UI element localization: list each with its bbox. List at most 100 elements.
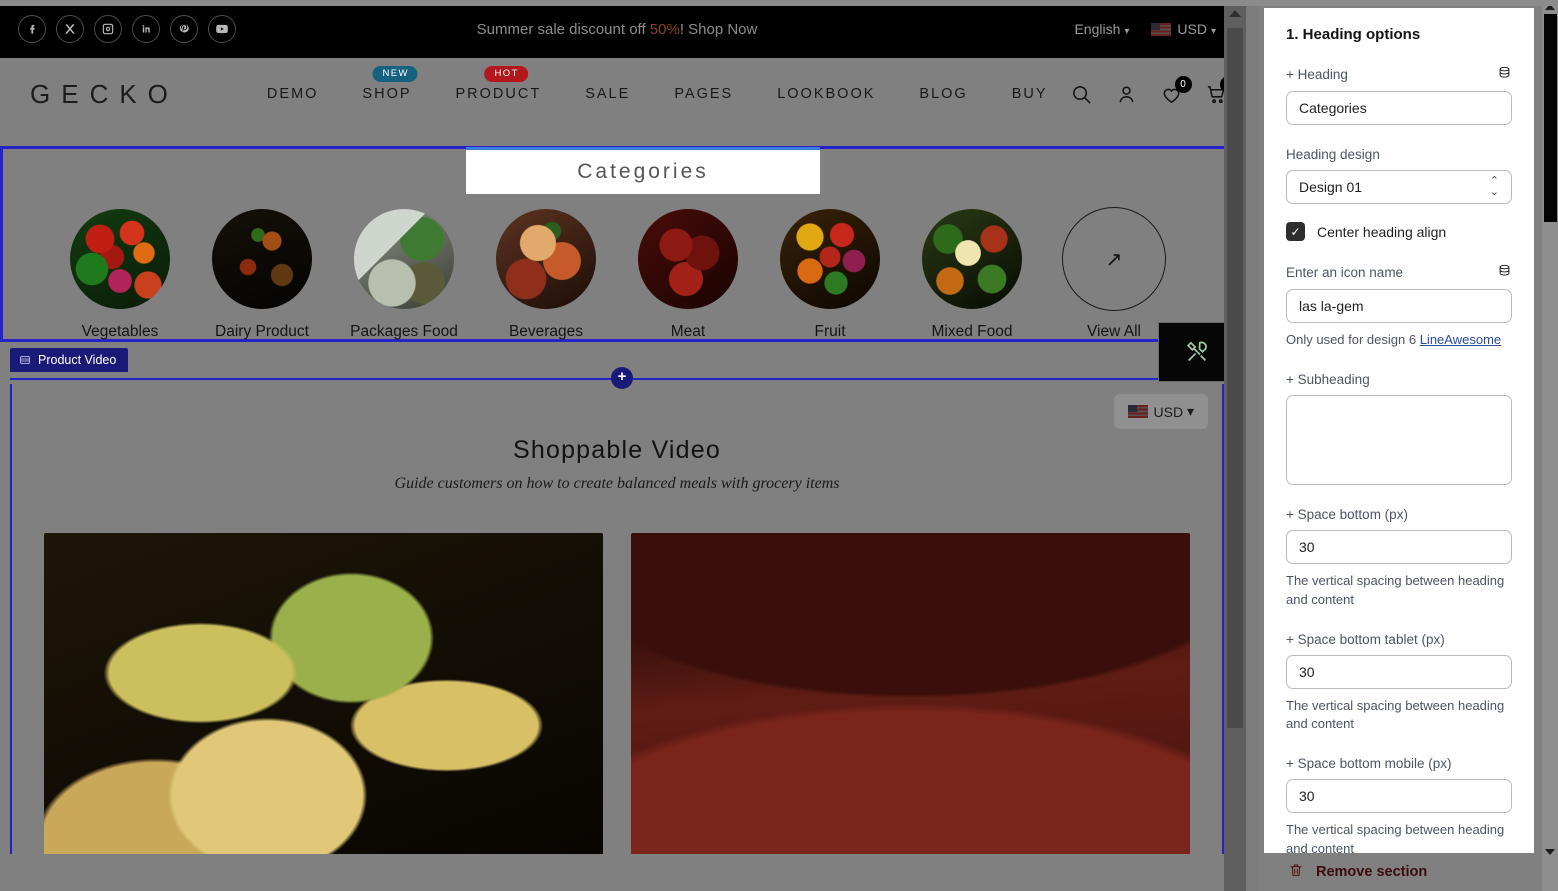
account-icon[interactable] — [1115, 83, 1138, 106]
space-bottom-label: + Space bottom (px) — [1286, 506, 1408, 522]
video-card[interactable] — [44, 533, 603, 854]
icon-name-field-label: Enter an icon name — [1286, 263, 1512, 281]
category-item[interactable]: Vegetables — [49, 209, 191, 341]
icon-name-label-text: Enter an icon name — [1286, 264, 1404, 280]
video-section-title: Shoppable Video — [513, 436, 721, 464]
section-tag-label: Product Video — [38, 353, 117, 367]
space-bottom-mobile-input[interactable]: 30 — [1286, 779, 1512, 814]
wishlist-count: 0 — [1174, 75, 1192, 93]
heading-design-label: Heading design — [1286, 147, 1512, 162]
announcement-text-before: Summer sale discount off — [476, 20, 650, 38]
space-bottom-helper: The vertical spacing between heading and… — [1286, 572, 1505, 607]
icon-helper-prefix: Only used for design 6 — [1286, 332, 1420, 347]
storefront-preview: Summer sale discount off 50%! Shop Now E… — [0, 0, 1258, 891]
category-view-all[interactable]: ↗ View All — [1043, 207, 1185, 341]
preview-scrollbar-thumb[interactable] — [1227, 28, 1243, 728]
icon-name-helper: Only used for design 6 LineAwesome — [1286, 331, 1512, 350]
tools-icon — [1186, 341, 1207, 362]
site-logo[interactable]: GECKO — [22, 79, 179, 110]
nav-item-sale[interactable]: SALE — [563, 76, 652, 112]
scroll-down-arrow-icon[interactable] — [1545, 849, 1555, 855]
category-label: Fruit — [814, 323, 846, 340]
space-bottom-tablet-input[interactable]: 30 — [1286, 654, 1512, 689]
floating-currency-label: USD — [1153, 403, 1184, 420]
heading-design-value: Design 01 — [1299, 179, 1363, 195]
center-align-checkbox[interactable]: ✓ — [1286, 222, 1305, 241]
nav-item-demo[interactable]: DEMO — [245, 76, 341, 112]
category-item[interactable]: Mixed Food — [901, 209, 1043, 341]
category-thumbnail — [638, 209, 738, 309]
lineawesome-link[interactable]: LineAwesome — [1420, 332, 1501, 347]
category-label: Dairy Product — [215, 323, 309, 340]
category-item[interactable]: Meat — [617, 209, 759, 341]
chevron-down-icon: ▾ — [1183, 403, 1194, 419]
nav-label: PAGES — [674, 86, 734, 102]
categories-section[interactable]: Categories Vegetables Dairy Product Pack… — [0, 146, 1234, 342]
subheading-textarea[interactable] — [1286, 394, 1512, 485]
category-thumbnail — [780, 209, 880, 309]
space-bottom-tablet-helper: The vertical spacing between heading and… — [1286, 697, 1505, 732]
panel-scrollbar[interactable] — [1542, 0, 1558, 891]
video-card[interactable] — [631, 533, 1190, 854]
youtube-icon[interactable] — [208, 15, 236, 43]
category-label: Mixed Food — [931, 323, 1013, 340]
announcement-percent: 50% — [649, 20, 680, 38]
nav-item-blog[interactable]: BLOG — [897, 76, 989, 112]
search-icon[interactable] — [1070, 83, 1093, 106]
us-flag-icon — [1127, 405, 1148, 418]
nav-label: LOOKBOOK — [777, 86, 876, 102]
floating-currency-selector[interactable]: USD ▾ — [1113, 394, 1208, 429]
nav-item-pages[interactable]: PAGES — [652, 76, 755, 112]
category-item[interactable]: Fruit — [759, 209, 901, 341]
facebook-icon[interactable] — [18, 15, 46, 43]
space-bottom-input[interactable]: 30 — [1286, 529, 1512, 564]
center-align-label: Center heading align — [1317, 223, 1447, 240]
main-navigation: GECKO DEMO NEW SHOP HOT PRODUCT SALE PAG… — [0, 58, 1234, 130]
x-twitter-icon[interactable] — [56, 15, 84, 43]
center-heading-align-row[interactable]: ✓ Center heading align — [1286, 222, 1512, 241]
currency-selector[interactable]: USD ▾ — [1151, 21, 1216, 37]
chevron-down-icon: ▾ — [1124, 26, 1130, 37]
heading-design-select[interactable]: Design 01 ⌃ ⌄ — [1286, 170, 1512, 204]
space-bottom-mobile-label: + Space bottom mobile (px) — [1286, 756, 1452, 772]
shoppable-video-section[interactable]: USD ▾ Shoppable Video Guide customers on… — [10, 384, 1224, 854]
select-chevrons-icon: ⌃ ⌄ — [1489, 175, 1499, 198]
nav-label: SHOP — [362, 86, 412, 102]
chevron-down-icon: ▾ — [1210, 26, 1216, 37]
category-item[interactable]: Packages Food — [333, 209, 475, 341]
category-item[interactable]: Dairy Product — [191, 209, 333, 341]
nav-item-shop[interactable]: NEW SHOP — [340, 66, 433, 112]
wishlist-icon[interactable]: 0 — [1160, 75, 1192, 106]
category-label: Meat — [670, 323, 706, 340]
category-item[interactable]: Beverages — [475, 209, 617, 341]
icon-name-input[interactable]: las la-gem — [1286, 289, 1512, 323]
instagram-icon[interactable] — [94, 15, 122, 43]
categories-heading-editor[interactable]: Categories — [466, 147, 820, 194]
locale-selectors: English ▾ USD ▾ — [1074, 21, 1216, 37]
video-grid — [12, 493, 1222, 854]
remove-section-row[interactable]: Remove section — [1264, 853, 1556, 891]
pinterest-icon[interactable] — [170, 15, 198, 43]
category-thumbnail — [354, 209, 454, 309]
us-flag-icon — [1151, 23, 1172, 36]
language-selector[interactable]: English ▾ — [1074, 21, 1129, 37]
scroll-up-arrow-icon[interactable] — [1229, 10, 1241, 17]
preview-scrollbar[interactable] — [1224, 0, 1246, 891]
linkedin-icon[interactable] — [132, 15, 160, 43]
heading-input[interactable]: Categories — [1286, 91, 1512, 125]
categories-heading: Categories — [577, 160, 709, 183]
section-tag-product-video[interactable]: Product Video — [10, 348, 129, 372]
heading-options-card: 1. Heading options + Heading Categories … — [1264, 8, 1534, 861]
dynamic-source-icon[interactable] — [1497, 65, 1512, 83]
heading-field-label: + Heading — [1286, 65, 1512, 83]
arrow-up-right-icon: ↗ — [1062, 207, 1166, 311]
nav-item-product[interactable]: HOT PRODUCT — [434, 66, 564, 112]
dynamic-source-icon[interactable] — [1497, 263, 1512, 281]
nav-item-lookbook[interactable]: LOOKBOOK — [755, 76, 897, 112]
heading-design-label-text: Heading design — [1286, 147, 1380, 162]
panel-scrollbar-thumb[interactable] — [1544, 14, 1557, 222]
category-thumbnail — [496, 209, 596, 309]
currency-label: USD — [1177, 21, 1207, 37]
category-thumbnail — [212, 209, 312, 309]
nav-item-buy[interactable]: BUY — [990, 76, 1070, 112]
